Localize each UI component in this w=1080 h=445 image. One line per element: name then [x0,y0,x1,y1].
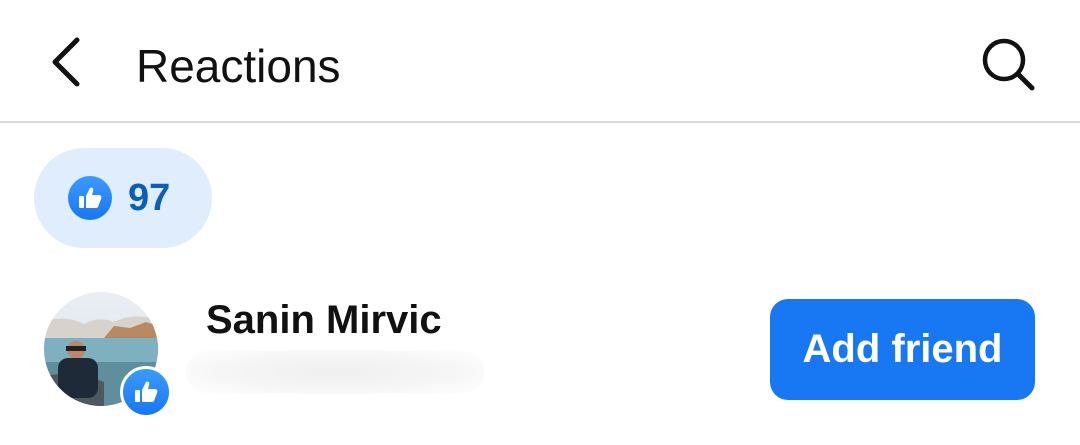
tab-like-count: 97 [128,176,171,219]
like-reaction-icon [120,366,172,418]
search-button[interactable] [978,34,1038,94]
add-friend-button[interactable]: Add friend [770,299,1035,400]
reactor-row[interactable]: Sanin Mirvic Add friend [0,280,1080,420]
back-button[interactable] [36,30,96,94]
like-icon [68,176,112,220]
header-bar: Reactions [0,0,1080,123]
page-title: Reactions [136,40,341,92]
back-arrow-icon [52,37,80,87]
reactor-name[interactable]: Sanin Mirvic [206,298,442,343]
blurred-subtext [186,350,484,394]
tab-like-reactions[interactable]: 97 [34,148,212,248]
search-icon [982,38,1035,91]
reactions-screen: Reactions 97 Sanin Mirvic Add friend [0,0,1080,445]
